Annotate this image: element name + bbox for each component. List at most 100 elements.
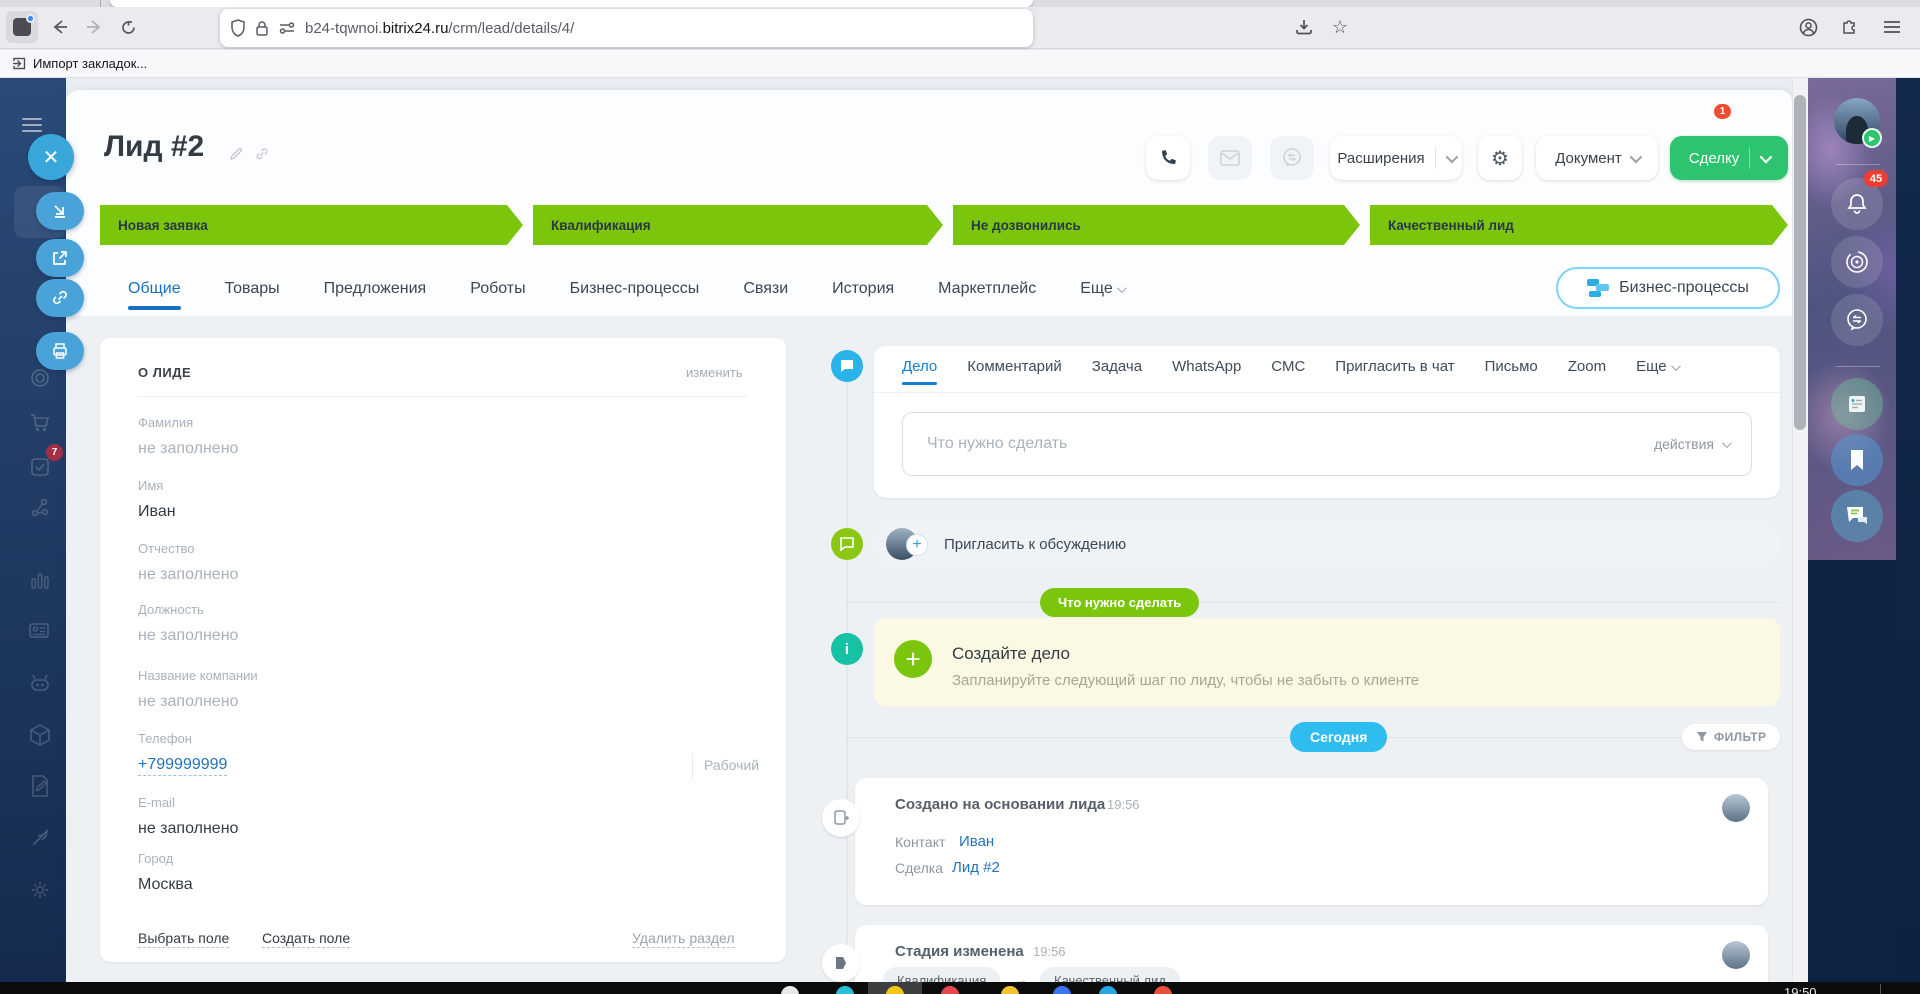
todo-pill-button[interactable]: Что нужно сделать (1040, 588, 1200, 617)
tab-general[interactable]: Общие (128, 280, 181, 310)
stream-tab-sms[interactable]: СМС (1271, 358, 1305, 385)
contact-card-icon[interactable] (28, 619, 52, 643)
chart-icon[interactable] (28, 569, 52, 593)
actions-dropdown[interactable]: действия (1654, 436, 1732, 452)
field-value[interactable]: не заполнено (138, 440, 238, 458)
shield-icon[interactable] (230, 19, 246, 37)
forward-button[interactable] (80, 13, 108, 41)
tab-marketplace[interactable]: Маркетплейс (938, 280, 1036, 310)
document-edit-icon[interactable] (28, 774, 52, 798)
network-icon[interactable] (28, 496, 52, 520)
stage-new[interactable]: Новая заявка (100, 205, 523, 245)
rocket-icon[interactable] (28, 826, 52, 850)
tab-links[interactable]: Связи (743, 280, 788, 310)
bookmark-star-icon[interactable]: ☆ (1326, 13, 1354, 41)
url-text[interactable]: b24-tqwnoi.bitrix24.ru/crm/lead/details/… (305, 20, 574, 37)
field-value[interactable]: не заполнено (138, 566, 238, 584)
email-button[interactable] (1208, 136, 1252, 180)
scrollbar-thumb[interactable] (1794, 95, 1806, 430)
chat-exchange-button[interactable] (1270, 136, 1314, 180)
menu-hamburger-icon[interactable] (1878, 13, 1906, 41)
taskbar-app-icon[interactable] (1099, 986, 1117, 994)
stream-tab-invite-chat[interactable]: Пригласить в чат (1335, 358, 1454, 385)
field-value[interactable]: не заполнено (138, 627, 238, 645)
plus-icon[interactable]: + (894, 640, 932, 678)
taskbar-app-icon[interactable] (1154, 986, 1172, 994)
select-field-link[interactable]: Выбрать поле (138, 930, 230, 948)
active-tab[interactable] (110, 0, 1033, 7)
deal-link[interactable]: Лид #2 (952, 859, 1000, 876)
reload-button[interactable] (114, 13, 142, 41)
permissions-icon[interactable] (278, 21, 296, 35)
document-button[interactable]: Документ (1536, 136, 1658, 180)
tab-products[interactable]: Товары (225, 280, 280, 310)
invite-row[interactable]: + Пригласить к обсуждению (874, 520, 1780, 568)
settings-gear-icon[interactable] (28, 878, 52, 902)
chats-button[interactable] (1831, 490, 1883, 542)
copy-link-button[interactable] (36, 279, 84, 317)
pulse-target-button[interactable] (1831, 236, 1883, 288)
stage-quality-lead[interactable]: Качественный лид (1370, 205, 1788, 245)
edit-link[interactable]: изменить (686, 365, 743, 380)
open-external-button[interactable] (36, 239, 84, 277)
field-value[interactable]: Москва (138, 876, 193, 894)
stream-tab-activity[interactable]: Дело (902, 358, 938, 385)
bookmark-button[interactable] (1831, 434, 1883, 486)
timeline-entry-created[interactable]: Создано на основании лида 19:56 Контакт … (855, 778, 1768, 905)
stream-tab-letter[interactable]: Письмо (1485, 358, 1538, 385)
taskbar[interactable]: 19:50 (0, 982, 1920, 994)
collapse-arrow-button[interactable] (36, 192, 84, 230)
taskbar-app-icon[interactable] (1001, 986, 1019, 994)
stream-tab-whatsapp[interactable]: WhatsApp (1172, 358, 1241, 385)
stage-no-answer[interactable]: Не дозвонились (953, 205, 1360, 245)
settings-button[interactable]: ⚙ (1478, 136, 1522, 180)
firefox-view-button[interactable] (6, 11, 38, 43)
taskbar-app-icon[interactable] (1053, 986, 1071, 994)
chat-transfer-button[interactable] (1831, 294, 1883, 346)
taskbar-app-icon[interactable] (781, 986, 799, 994)
stream-tab-zoom[interactable]: Zoom (1568, 358, 1606, 385)
taskbar-app-icon[interactable] (836, 986, 854, 994)
import-bookmarks-label[interactable]: Импорт закладок... (33, 56, 147, 71)
close-menu-button[interactable]: ✕ (28, 134, 74, 180)
tab-history[interactable]: История (832, 280, 894, 310)
stream-tab-task[interactable]: Задача (1092, 358, 1142, 385)
business-processes-button[interactable]: Бизнес-процессы (1556, 267, 1780, 309)
stage-qualification[interactable]: Квалификация (533, 205, 943, 245)
downloads-icon[interactable] (1290, 13, 1318, 41)
news-feed-button[interactable] (1831, 378, 1883, 430)
create-deal-button[interactable]: Сделку (1670, 136, 1788, 180)
delete-section-link[interactable]: Удалить раздел (632, 930, 735, 948)
taskbar-app-icon[interactable] (941, 986, 959, 994)
target-icon[interactable] (28, 366, 52, 390)
tab-more[interactable]: Еще (1080, 280, 1128, 310)
tab-quotes[interactable]: Предложения (324, 280, 427, 310)
call-button[interactable] (1146, 136, 1190, 180)
field-value[interactable]: не заполнено (138, 693, 238, 711)
copilot-robot-icon[interactable] (28, 671, 52, 695)
field-value[interactable]: не заполнено (138, 820, 238, 838)
copy-link-title-icon[interactable] (254, 146, 270, 162)
cube-icon[interactable] (28, 723, 52, 747)
print-button[interactable] (36, 332, 84, 370)
create-field-link[interactable]: Создать поле (262, 930, 351, 948)
extensions-puzzle-icon[interactable] (1836, 13, 1864, 41)
lock-icon[interactable] (255, 20, 269, 37)
filter-button[interactable]: ФИЛЬТР (1682, 724, 1781, 750)
phone-type-label[interactable]: Рабочий (704, 757, 759, 773)
url-bar[interactable]: b24-tqwnoi.bitrix24.ru/crm/lead/details/… (220, 9, 1033, 47)
sidebar-menu-icon[interactable] (22, 118, 42, 132)
tab-robots[interactable]: Роботы (470, 280, 525, 310)
extensions-button[interactable]: Расширения (1330, 136, 1462, 180)
stream-tab-more[interactable]: Еще (1636, 358, 1681, 385)
back-button[interactable] (46, 13, 74, 41)
field-value[interactable]: Иван (138, 503, 176, 521)
account-icon[interactable] (1794, 13, 1822, 41)
phone-link[interactable]: +799999999 (138, 756, 228, 776)
edit-title-icon[interactable] (228, 146, 244, 162)
todo-input[interactable] (927, 413, 1567, 475)
contact-link[interactable]: Иван (959, 833, 994, 850)
stream-tab-comment[interactable]: Комментарий (967, 358, 1061, 385)
tab-bizproc[interactable]: Бизнес-процессы (570, 280, 700, 310)
cart-icon[interactable] (28, 411, 52, 435)
